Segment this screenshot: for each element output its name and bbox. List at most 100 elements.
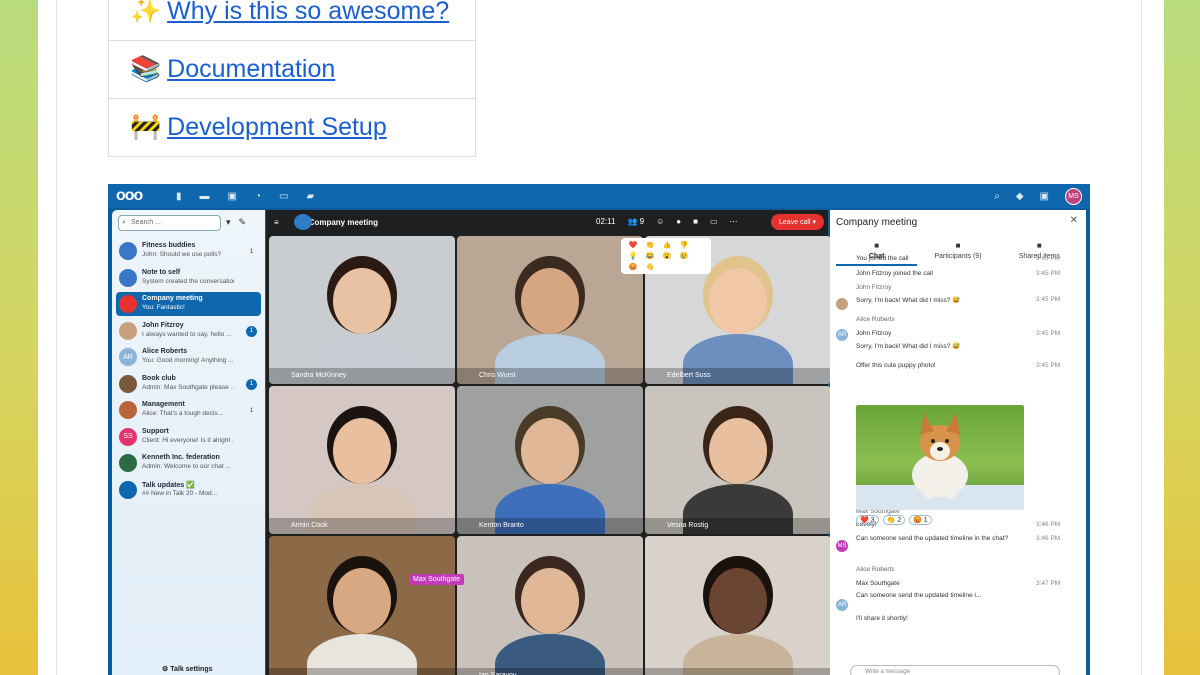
conversation-last-message: ## New in Talk 20 - Mod... [142, 489, 218, 497]
call-topbar: ≡ Company meeting 02:11 👥 9 ☺ ● ■ ▭ ⋯ Le… [266, 210, 828, 234]
conversation-item: Talk updates ✅ ## New in Talk 20 - Mod... [116, 478, 261, 502]
reaction-option: 😮 [662, 253, 672, 260]
talk-settings-button: ⚙ Talk settings [162, 666, 213, 673]
contacts-icon: ▣ [1039, 190, 1049, 202]
participant-face [333, 418, 391, 484]
participant-name: Sandra McKinney [269, 368, 455, 384]
reaction-option: ❤️ [628, 242, 638, 249]
mail-icon: ▰ [306, 190, 315, 202]
avatar [119, 321, 137, 340]
reaction-option: 😢 [679, 253, 689, 260]
message-time: 3:45 PM [1036, 296, 1061, 303]
avatar: MS [836, 540, 848, 552]
message-author: Alice Roberts [856, 566, 895, 573]
avatar: AR [836, 329, 848, 341]
conversation-last-message: Alice: That's a tough decis... [142, 410, 223, 417]
unread-badge: 1 [246, 378, 257, 390]
video-tile [269, 536, 455, 675]
link-cell: 🚧 Development Setup [108, 98, 476, 157]
call-view: ≡ Company meeting 02:11 👥 9 ☺ ● ■ ▭ ⋯ Le… [266, 210, 831, 675]
call-timer: 02:11 [596, 217, 616, 226]
conversation-name: Fitness buddies [142, 242, 196, 249]
leave-call-button: Leave call ▾ [771, 214, 824, 230]
reaction-option: 👍 [662, 242, 672, 249]
reactions-icon: ☺ [656, 217, 665, 226]
books-icon: 📚 [130, 55, 162, 83]
conversation-name: Kenneth Inc. federation [142, 454, 220, 461]
search-input: ⌕ Search ... [118, 215, 221, 231]
message-text: John Fitzroy joined the call [856, 270, 933, 277]
message-input: Write a message [850, 665, 1060, 675]
chat-tabs: Chat Participants (9) Shared items [836, 240, 1080, 266]
talk-icon: ▭ [279, 190, 289, 202]
close-icon: ✕ [1069, 215, 1078, 226]
speaker-tag: Max Southgate [409, 574, 465, 585]
avatar: MS [1065, 187, 1082, 205]
participant-name [269, 668, 455, 675]
search-icon: ⌕ [994, 190, 1000, 202]
participant-name: Edelbert Suss [645, 368, 831, 384]
conversation-last-message: Admin: Max Southgate please ... [142, 383, 234, 391]
participants-count: 👥 9 [627, 217, 645, 226]
development-setup-link[interactable]: Development Setup [167, 113, 387, 141]
participant-name: Vesna Rostig [645, 518, 831, 534]
conversation-item: SS Support Client: Hi everyone! Is it alri… [116, 425, 261, 449]
files-icon: ▬ [199, 190, 210, 202]
documentation-link[interactable]: Documentation [167, 55, 335, 83]
conversation-last-message: Client: Hi everyone! Is it alright ... [142, 436, 234, 444]
microphone-icon: ● [676, 217, 682, 226]
link-cell: 📚 Documentation [108, 40, 476, 99]
participant-face [521, 418, 579, 484]
talk-settings-label: Talk settings [170, 666, 213, 673]
participant-face [521, 568, 579, 634]
why-awesome-link[interactable]: Why is this so awesome? [167, 0, 449, 25]
conversation-sidebar: ⌕ Search ... ▾✎ Fitness buddies John: Sho… [112, 210, 265, 675]
message-text: Can someone send the updated timeline i.… [856, 592, 982, 599]
participant-name [645, 668, 831, 675]
avatar [836, 298, 848, 310]
message-text: You joined the call [856, 255, 909, 262]
participant-name: Chris Wurst [457, 368, 643, 384]
participant-name: Ian Saravoy [457, 668, 643, 675]
avatar [119, 268, 137, 287]
conversation-item: Kenneth Inc. federation Admin: Welcome to… [116, 451, 261, 475]
call-title: Company meeting [308, 217, 379, 227]
message-text: Can someone send the updated timeline in… [856, 535, 1009, 542]
search-placeholder: Search ... [131, 219, 161, 226]
conversation-last-message: System created the conversation [142, 277, 234, 285]
avatar [119, 374, 137, 393]
reaction-option: 😡 [628, 264, 638, 271]
conversation-name: Management [142, 401, 185, 408]
message-text: Max Southgate [856, 580, 900, 587]
message-author: Alice Roberts [856, 316, 895, 323]
message-input-placeholder: Write a message [865, 669, 910, 675]
menu-icon: ≡ [274, 217, 279, 227]
participants-number: 9 [639, 217, 645, 226]
participant-name: Armin Cook [269, 518, 455, 534]
sparkles-icon: ✨ [130, 0, 162, 25]
message-time: 3:45 PM [1036, 362, 1061, 369]
conversation-name: Company meeting [142, 295, 203, 302]
tab-shared-items: Shared items [999, 240, 1080, 266]
puppy-photo [856, 405, 1024, 510]
screen-share-icon: ▭ [709, 217, 718, 226]
conversation-last-message: I always wanted to say, hello ... [142, 330, 232, 338]
notifications-icon: ◆ [1015, 190, 1024, 202]
message-time: 3:45 PM [1036, 255, 1061, 262]
conversation-item: Company meeting You: Fantastic! [116, 292, 261, 316]
tab-chat: Chat [836, 240, 918, 266]
conversation-item: Book club Admin: Max Southgate please ...… [116, 372, 261, 396]
message-time: 3:45 PM [1036, 270, 1061, 277]
avatar: SS [119, 427, 137, 446]
message-time: 3:46 PM [1036, 535, 1061, 542]
video-tile: Chris Wurst [457, 236, 643, 384]
activity-icon: ◔ [254, 190, 262, 202]
construction-icon: 🚧 [130, 113, 162, 141]
reaction-chip: 👏 2 [882, 515, 906, 525]
avatar: AR [836, 599, 848, 611]
conversation-item: John Fitzroy I always wanted to say, hell… [116, 319, 261, 343]
more-icon: ⋯ [729, 217, 738, 226]
chat-panel: Company meeting ✕ Chat Participants (9) … [830, 210, 1086, 675]
camera-icon: ■ [693, 217, 698, 226]
message-time: 3:45 PM [1036, 330, 1061, 337]
